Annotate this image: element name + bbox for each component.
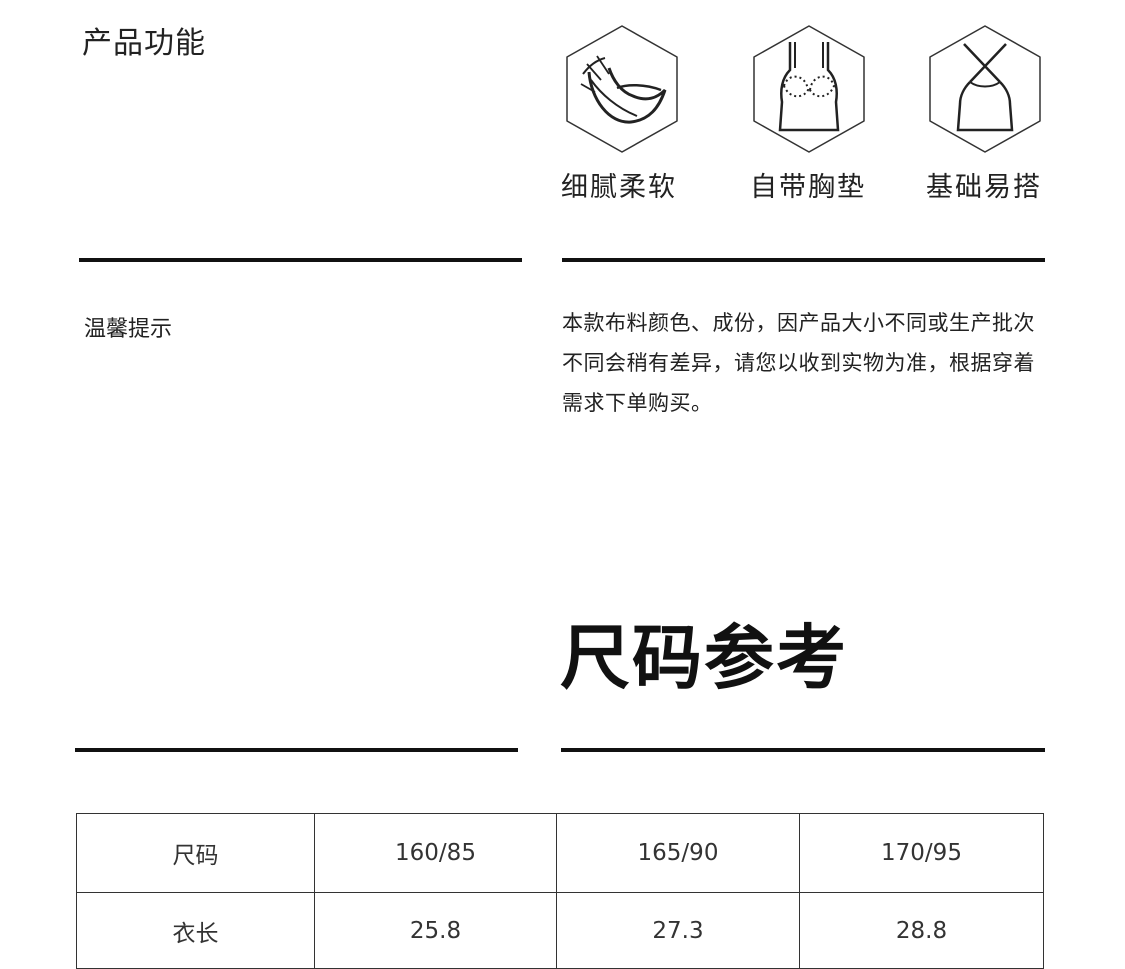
table-header-cell: 160/85 (314, 813, 557, 893)
cross-strap-camisole-icon (924, 24, 1046, 154)
feather-icon (561, 24, 683, 154)
table-header-cell: 170/95 (799, 813, 1044, 893)
table-header-row: 尺码 160/85 165/90 170/95 (76, 813, 1044, 893)
feature-label-soft: 细腻柔软 (561, 172, 677, 203)
table-header-cell: 165/90 (556, 813, 800, 893)
feature-label-versatile: 基础易搭 (926, 172, 1042, 203)
size-reference-title: 尺码参考 (560, 617, 848, 699)
table-row: 衣长 25.8 27.3 28.8 (76, 892, 1044, 969)
features-title: 产品功能 (82, 26, 206, 61)
table-cell: 25.8 (314, 892, 557, 969)
table-cell: 衣长 (76, 892, 315, 969)
table-header-cell: 尺码 (76, 813, 315, 893)
divider (79, 258, 522, 262)
divider (561, 748, 1045, 752)
divider (562, 258, 1045, 262)
table-cell: 28.8 (799, 892, 1044, 969)
notice-title: 温馨提示 (84, 317, 173, 342)
notice-body: 本款布料颜色、成份，因产品大小不同或生产批次不同会稍有差异，请您以收到实物为准，… (562, 311, 1035, 415)
divider (75, 748, 518, 752)
size-table: 尺码 160/85 165/90 170/95 衣长 25.8 27.3 28.… (76, 813, 1044, 969)
table-cell: 27.3 (556, 892, 800, 969)
feature-label-padded: 自带胸垫 (750, 172, 866, 203)
padded-camisole-icon (748, 24, 870, 154)
